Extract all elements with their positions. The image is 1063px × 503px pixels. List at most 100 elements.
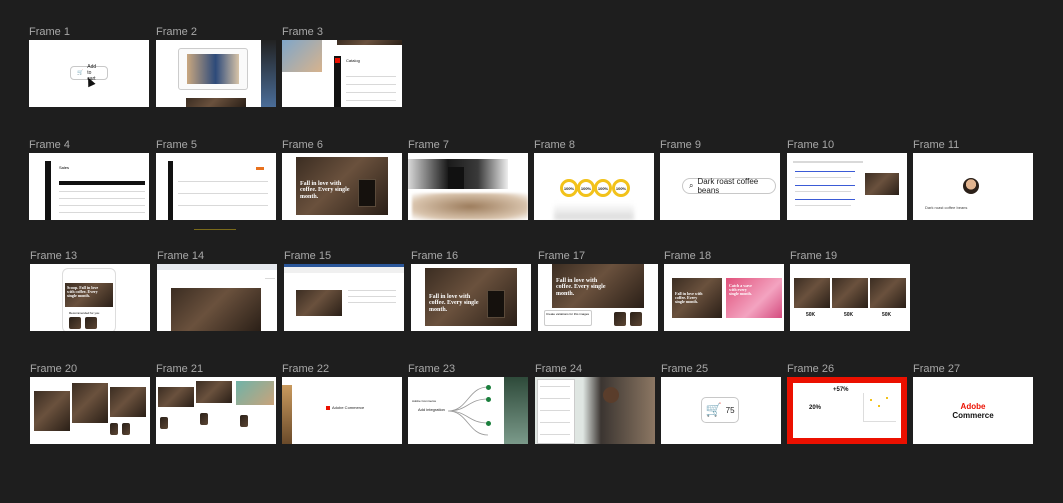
frame-label: Frame 5 [156,139,197,151]
frame-preview[interactable] [156,153,276,220]
hero-headline: Fall in love with coffee. Every single m… [429,294,479,313]
frame-label: Frame 2 [156,26,197,38]
sidebar [334,56,341,107]
cart-count-button[interactable]: 🛒 75 [701,397,739,423]
blurred-background [554,203,634,220]
score-ring: 100% [577,179,595,197]
frame-label: Frame 3 [282,26,323,38]
prompt-card[interactable]: Create variations for this images [544,310,592,326]
frame-preview[interactable]: Fall in love with coffee. Every single m… [411,264,531,331]
toolbar [157,264,277,270]
hero-banner [196,381,232,403]
ribbon [284,267,404,273]
product-card[interactable] [122,423,130,435]
hero-headline: Fall in love with coffee. Every single m… [675,291,703,305]
hero-headline: Catch a wave with every single month. [729,283,752,297]
frame-label: Frame 4 [29,139,70,151]
frame-preview[interactable]: Catalog [282,40,402,107]
product-card[interactable] [110,423,118,435]
status-dot [486,421,491,426]
hero-banner: Fall in love with coffee. Every single m… [672,278,722,318]
frame-label: Frame 16 [411,250,459,262]
phone-mockup: Scoop. Fall in love with coffee. Every s… [62,268,116,331]
hero-banner-variant: Catch a wave with every single month. [726,278,782,318]
frame-preview[interactable] [156,40,276,107]
cart-icon: 🛒 [77,70,84,76]
frame-label: Frame 13 [30,250,78,262]
stat-value: 50K [882,312,892,318]
hero-banner [110,387,146,417]
product-card[interactable] [240,415,248,427]
hero-banner [72,383,108,423]
product-card[interactable] [614,312,626,326]
frame-preview[interactable]: Adobe Commerce [282,377,402,444]
frame-preview[interactable]: 100% 100% 100% 100% [534,153,654,220]
integration-node[interactable]: Add integration [418,407,445,412]
coffee-beans [412,193,528,220]
search-input[interactable]: ⌕ Dark roast coffee beans [682,177,776,195]
product-photo [261,40,276,107]
product-card[interactable] [160,417,168,429]
frame-preview[interactable]: 🛒 Add to cart [29,40,149,107]
frame-label: Frame 6 [282,139,323,151]
frame-preview[interactable]: Dark roast coffee beans [913,153,1033,220]
suggestion-chip[interactable]: Dark roast coffee beans [925,205,967,210]
frame-preview[interactable]: 50K 50K 50K [790,264,910,331]
product-card[interactable] [200,413,208,425]
primary-button[interactable] [256,167,264,170]
frame-preview[interactable]: Scoop. Fall in love with coffee. Every s… [30,264,150,331]
frame-preview[interactable] [156,377,276,444]
hero-banner: Fall in love with coffee. Every single m… [552,264,644,308]
frame-label: Frame 11 [913,139,960,151]
frame-label: Frame 25 [661,363,709,375]
search-icon: ⌕ [689,181,694,190]
status-dot [486,385,491,390]
frame-preview[interactable]: 🛒 75 [661,377,781,444]
frame-preview[interactable] [30,377,150,444]
frame-preview[interactable]: Adobe Commerce [913,377,1033,444]
frame-label: Frame 23 [408,363,456,375]
section-title: Recommended for you [69,311,100,315]
metric-value: 20% [809,405,822,411]
hero-banner [794,278,830,308]
hero-banner [870,278,906,308]
frame-preview[interactable] [787,153,907,220]
hero-banner: Fall in love with coffee. Every single m… [425,268,517,326]
frame-preview[interactable]: Fall in love with coffee. Every single m… [538,264,658,331]
avatar-photo [282,40,322,72]
frame-label: Frame 9 [660,139,701,151]
mini-chart [863,393,896,422]
frame-preview[interactable]: +57% 20% [787,377,907,444]
canvas[interactable]: { "frames": { "f1": {"label": "Frame 1",… [0,0,1063,503]
frame-label: Frame 24 [535,363,583,375]
frame-preview[interactable]: ⌕ Dark roast coffee beans [660,153,780,220]
score-ring: 100% [560,179,578,197]
product-photo [186,98,246,107]
hero-banner [34,391,70,431]
product-card[interactable] [69,317,81,329]
frame-preview[interactable] [157,264,277,331]
frame-label: Frame 19 [790,250,838,262]
frame-preview[interactable] [408,153,528,220]
frame-preview[interactable]: Fall in love with coffee. Every single m… [282,153,402,220]
coffee-bag [448,167,464,189]
frame-label: Frame 21 [156,363,204,375]
product-photo [171,288,261,331]
product-card[interactable] [630,312,642,326]
page-title: Catalog [346,58,360,63]
coffee-bag [487,290,505,318]
frame-preview[interactable]: Fall in love with coffee. Every single m… [664,264,784,331]
stat-value: 50K [806,312,816,318]
person-photo [603,387,619,403]
frame-preview[interactable] [284,264,404,331]
adobe-logo-icon [326,405,330,410]
product-photo [337,40,402,45]
metric-value: +57% [833,387,849,393]
score-ring: 100% [612,179,630,197]
frame-preview[interactable]: Adobe Commerce Add integration [408,377,528,444]
frame-label: Frame 10 [787,139,835,151]
frame-preview[interactable]: Sales [29,153,149,220]
frame-preview[interactable] [535,377,655,444]
product-card[interactable] [85,317,97,329]
panel [537,379,575,444]
